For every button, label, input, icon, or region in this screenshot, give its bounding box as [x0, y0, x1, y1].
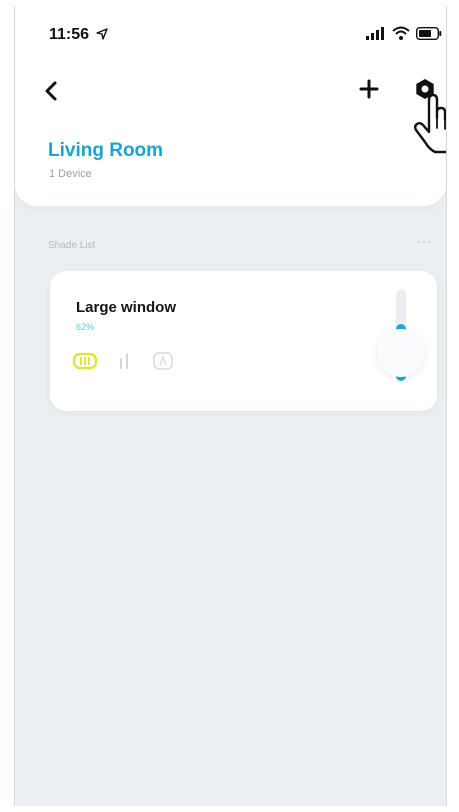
shade-position: 62%: [76, 322, 95, 332]
add-device-button[interactable]: [357, 77, 381, 101]
shade-card[interactable]: Large window 62%: [50, 271, 437, 411]
pointer-hand-icon: [414, 93, 446, 154]
shade-name: Large window: [76, 299, 177, 316]
more-options-button[interactable]: ···: [417, 234, 432, 248]
slider-handle[interactable]: [377, 329, 425, 377]
status-icons: [366, 26, 442, 40]
position-slider[interactable]: [365, 271, 437, 411]
location-arrow-icon: [96, 28, 108, 40]
room-title: Living Room: [48, 140, 164, 161]
wifi-icon: [392, 26, 410, 40]
device-count: 1 Device: [49, 168, 92, 180]
status-time: 11:56: [49, 26, 90, 43]
battery-icon: [416, 26, 442, 40]
back-button[interactable]: [41, 79, 61, 103]
stop-icon[interactable]: [116, 351, 134, 371]
close-icon[interactable]: [152, 351, 174, 371]
signal-icon: [366, 26, 384, 40]
open-icon[interactable]: [72, 351, 98, 371]
app-screen: 11:56 Living Room 1 Device Shade List ··…: [14, 6, 447, 806]
section-label: Shade List: [48, 240, 96, 251]
room-header: 11:56 Living Room 1 Device: [15, 6, 446, 206]
